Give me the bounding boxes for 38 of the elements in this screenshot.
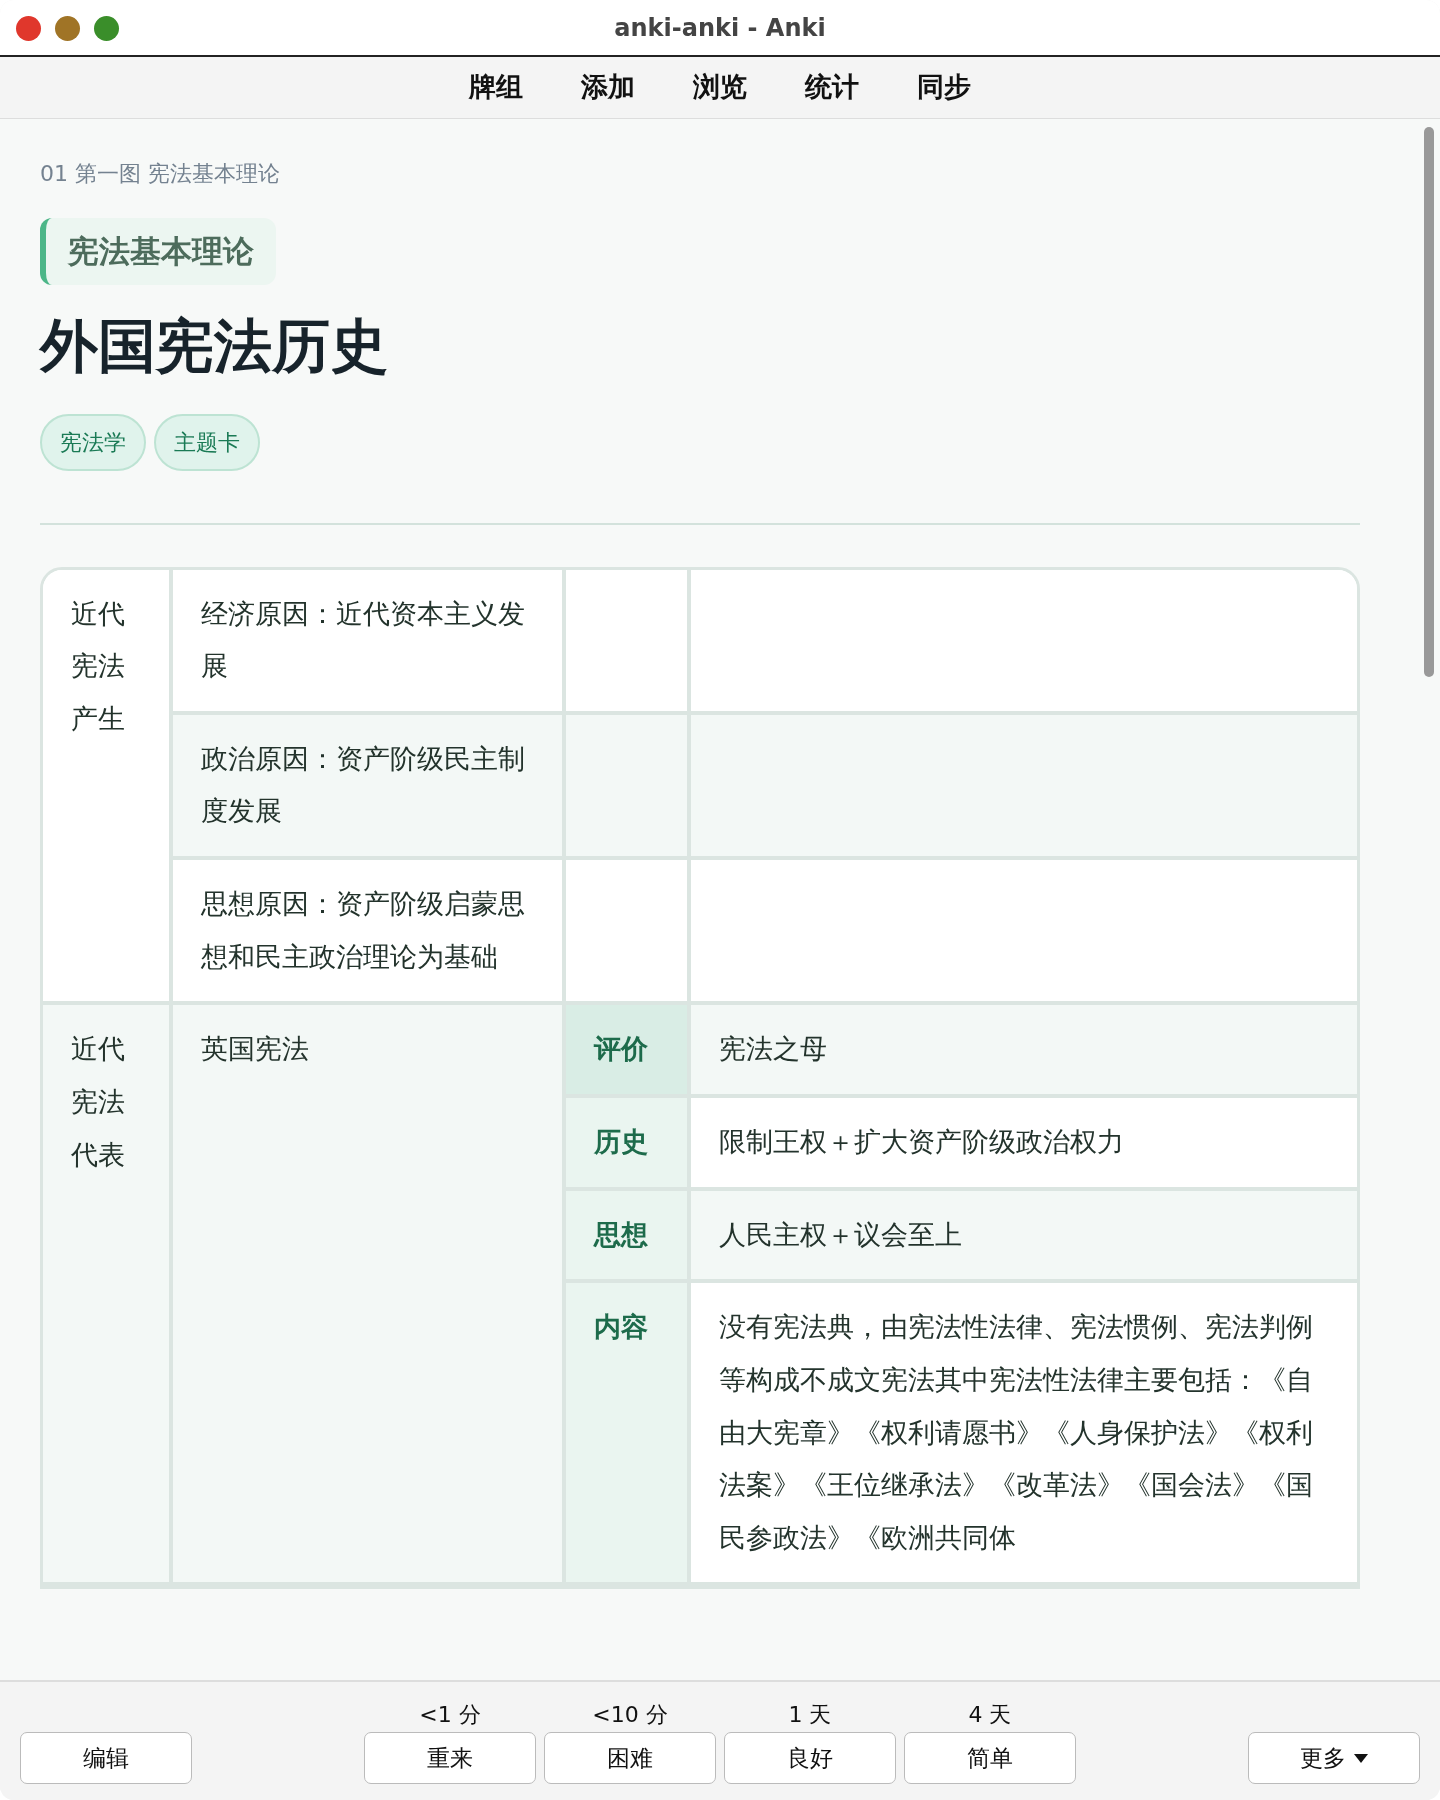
caret-icon: [1354, 1753, 1368, 1763]
scrollbar-thumb[interactable]: [1424, 127, 1434, 677]
table-cell: 经济原因：近代资本主义发展: [173, 569, 566, 715]
more-button[interactable]: 更多: [1248, 1732, 1420, 1784]
table-cell: 思想: [566, 1190, 691, 1284]
section-label: 宪法基本理论: [40, 218, 276, 285]
answer-button[interactable]: 困难: [544, 1732, 716, 1784]
answer-button[interactable]: 重来: [364, 1732, 536, 1784]
table-cell: 政治原因：资产阶级民主制度发展: [173, 714, 566, 861]
table-cell: 评价: [566, 1005, 691, 1098]
table-cell: 英国宪法: [173, 1005, 566, 1587]
table-cell-text: 近代宪法产生: [71, 596, 126, 736]
interval-label: 1 天: [788, 1701, 832, 1729]
table-cell: 内容: [566, 1283, 691, 1587]
toolbar-link[interactable]: 统计: [805, 67, 859, 108]
table-cell: 历史: [566, 1098, 691, 1191]
minimize-button[interactable]: [55, 16, 80, 41]
tag-pill: 宪法学: [40, 413, 146, 471]
table-cell-text: 近代宪法代表: [71, 1032, 126, 1172]
table-cell: 宪法之母: [691, 1005, 1357, 1098]
interval-label: <10 分: [592, 1701, 668, 1729]
interval-label: 4 天: [968, 1701, 1012, 1729]
breadcrumb: 01 第一图 宪法基本理论: [40, 160, 281, 188]
toolbar-link[interactable]: 添加: [581, 67, 635, 108]
toolbar-link[interactable]: 牌组: [469, 67, 523, 108]
window-title: anki-anki - Anki: [614, 12, 826, 44]
interval-label: <1 分: [419, 1701, 481, 1729]
answer-button[interactable]: 良好: [724, 1732, 896, 1784]
table-cell: 人民主权＋议会至上: [691, 1190, 1357, 1284]
card-title: 外国宪法历史: [40, 310, 389, 382]
answer-button[interactable]: 简单: [904, 1732, 1076, 1784]
toolbar-link[interactable]: 浏览: [693, 67, 747, 108]
table-cell: 思想原因：资产阶级启蒙思想和民主政治理论为基础: [173, 860, 566, 1006]
zoom-button[interactable]: [94, 16, 119, 41]
toolbar-link[interactable]: 同步: [917, 67, 971, 108]
tag-pill: 主题卡: [154, 413, 260, 471]
edit-button[interactable]: 编辑: [20, 1732, 192, 1784]
close-button[interactable]: [16, 16, 41, 41]
